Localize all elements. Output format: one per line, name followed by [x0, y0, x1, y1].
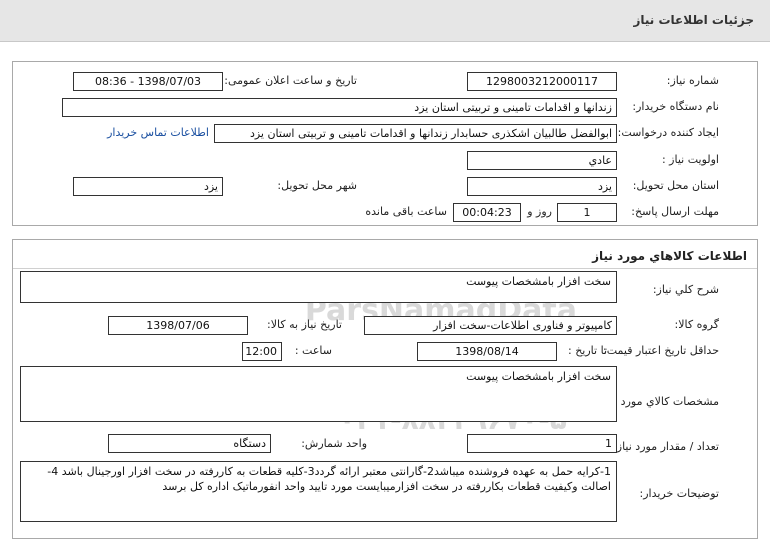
delivery-province-label: استان محل تحویل:	[632, 179, 719, 192]
buyer-org-field: زندانها و اقدامات تامینی و تربیتی استان …	[62, 98, 617, 117]
goods-group-label: گروه کالا:	[674, 318, 719, 331]
priority-label: اولویت نیاز :	[661, 153, 719, 166]
buyer-notes-label: توضیحات خریدار:	[639, 487, 720, 500]
days-and-label: روز و	[527, 205, 552, 218]
hour-field: 12:00	[242, 342, 282, 361]
need-date-label: تاریخ نیاز به کالا:	[267, 318, 342, 331]
unit-label: واحد شمارش:	[301, 437, 367, 450]
need-number-field: 1298003212000117	[467, 72, 617, 91]
quantity-label: تعداد / مقدار مورد نیاز:	[613, 440, 719, 453]
delivery-city-field: یزد	[73, 177, 223, 196]
deadline-days-field: 1	[557, 203, 617, 222]
to-date-field: 1398/08/14	[417, 342, 557, 361]
need-date-field: 1398/07/06	[108, 316, 248, 335]
remaining-label: ساعت باقی مانده	[365, 205, 447, 218]
summary-label: شرح کلي نياز:	[652, 283, 719, 296]
hour-label: ساعت :	[294, 344, 332, 357]
section-divider	[13, 268, 757, 269]
priority-field: عادي	[467, 151, 617, 170]
response-deadline-label: مهلت ارسال پاسخ:	[631, 205, 719, 218]
to-date-label: تا تاریخ :	[568, 344, 607, 357]
request-creator-label: ایجاد کننده درخواست:	[617, 126, 719, 139]
goods-section-title: اطلاعات کالاهاي مورد نياز	[592, 249, 747, 263]
page-header: جزئیات اطلاعات نیاز	[0, 0, 770, 42]
goods-info-panel: ParsNamadData پایگاه اطلاع رسانی مناقصه …	[12, 239, 758, 539]
buyer-org-label: نام دستگاه خریدار:	[632, 100, 719, 113]
buyer-contact-link[interactable]: اطلاعات تماس خریدار	[107, 126, 209, 139]
buyer-notes-field: 1-کرایه حمل به عهده فروشنده میباشد2-گارا…	[20, 461, 617, 522]
price-validity-label: حداقل تاریخ اعتبار قیمت:	[603, 344, 719, 357]
delivery-province-field: یزد	[467, 177, 617, 196]
goods-group-field: کامپیوتر و فناوری اطلاعات-سخت افزار	[364, 316, 617, 335]
summary-field: سخت افزار بامشخصات پیوست	[20, 271, 617, 303]
need-number-label: شماره نیاز:	[666, 74, 719, 87]
unit-field: دستگاه	[108, 434, 271, 453]
quantity-field: 1	[467, 434, 617, 453]
page-title: جزئیات اطلاعات نیاز	[633, 13, 754, 27]
need-info-panel: شماره نیاز: 1298003212000117 تاریخ و ساع…	[12, 61, 758, 226]
request-creator-field: ابوالفضل طالبیان اشکذری حسابدار زندانها …	[214, 124, 617, 143]
goods-spec-field: سخت افزار بامشخصات پیوست	[20, 366, 617, 422]
announce-datetime-label: تاریخ و ساعت اعلان عمومی:	[224, 74, 357, 87]
deadline-time-field: 00:04:23	[453, 203, 521, 222]
delivery-city-label: شهر محل تحویل:	[277, 179, 357, 192]
announce-datetime-field: 1398/07/03 - 08:36	[73, 72, 223, 91]
